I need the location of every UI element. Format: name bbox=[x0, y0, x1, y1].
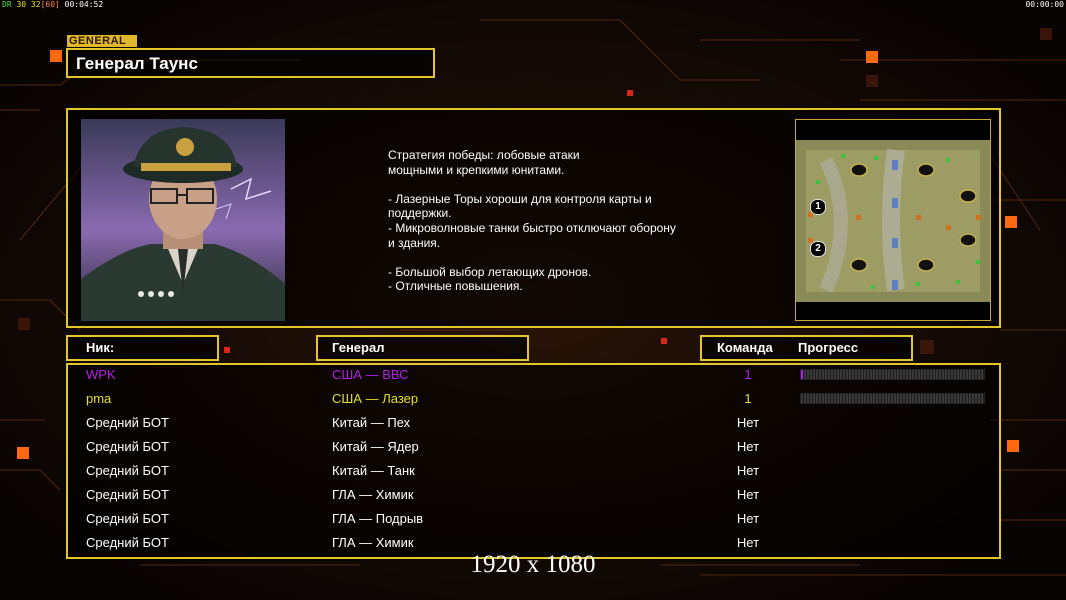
player-row[interactable]: Средний БОТ ГЛА — Подрыв Нет bbox=[68, 509, 999, 533]
player-progress-fill bbox=[801, 370, 803, 379]
minimap-image bbox=[796, 140, 990, 302]
player-team[interactable]: Нет bbox=[708, 533, 788, 553]
hud-fps-cap: [60] bbox=[40, 0, 60, 9]
player-row[interactable]: Средний БОТ Китай — Пех Нет bbox=[68, 413, 999, 437]
player-row[interactable]: pma США — Лазер 1 bbox=[68, 389, 999, 413]
player-progress-bar bbox=[800, 369, 985, 380]
general-description: Стратегия победы: лобовые атаки мощными … bbox=[388, 148, 676, 294]
header-general: Генерал bbox=[316, 335, 529, 361]
general-info-panel: Стратегия победы: лобовые атаки мощными … bbox=[66, 108, 1001, 328]
player-general[interactable]: ГЛА — Химик bbox=[332, 485, 414, 505]
player-progress-bar bbox=[800, 393, 985, 404]
player-nick: Средний БОТ bbox=[86, 535, 169, 550]
player-general[interactable]: ГЛА — Подрыв bbox=[332, 509, 423, 529]
player-general[interactable]: Китай — Пех bbox=[332, 413, 410, 433]
portrait-image bbox=[81, 119, 285, 321]
player-general[interactable]: ГЛА — Химик bbox=[332, 533, 414, 553]
hud-fps-counter: DR 30 32[60] 00:04:52 bbox=[2, 0, 103, 9]
hud-fps-label: DR bbox=[2, 0, 12, 9]
player-team[interactable]: Нет bbox=[708, 437, 788, 457]
minimap[interactable]: 1 2 bbox=[795, 119, 991, 321]
header-team-progress: Команда Прогресс bbox=[700, 335, 913, 361]
general-title-box: Генерал Таунс bbox=[66, 48, 435, 78]
start-position-1[interactable]: 1 bbox=[810, 199, 826, 215]
header-general-label: Генерал bbox=[332, 340, 385, 355]
player-nick: WPK bbox=[86, 367, 116, 382]
header-nick-label: Ник: bbox=[86, 340, 115, 355]
player-nick: Средний БОТ bbox=[86, 487, 169, 502]
player-team[interactable]: 1 bbox=[708, 389, 788, 409]
player-general[interactable]: США — Лазер bbox=[332, 389, 418, 409]
player-team[interactable]: Нет bbox=[708, 485, 788, 505]
player-team[interactable]: Нет bbox=[708, 413, 788, 433]
resolution-overlay: 1920 x 1080 bbox=[470, 551, 596, 578]
player-team[interactable]: Нет bbox=[708, 509, 788, 529]
player-row[interactable]: Средний БОТ Китай — Ядер Нет bbox=[68, 437, 999, 461]
player-nick: Средний БОТ bbox=[86, 415, 169, 430]
hud-time-left: 00:04:52 bbox=[64, 0, 104, 9]
player-nick: Средний БОТ bbox=[86, 511, 169, 526]
general-tag: GENERAL bbox=[67, 35, 137, 47]
hud-time-right: 00:00:00 bbox=[1025, 0, 1064, 9]
player-row[interactable]: Средний БОТ Китай — Танк Нет bbox=[68, 461, 999, 485]
general-portrait bbox=[81, 119, 285, 321]
player-nick: Средний БОТ bbox=[86, 463, 169, 478]
player-team[interactable]: Нет bbox=[708, 461, 788, 481]
start-position-2[interactable]: 2 bbox=[810, 241, 826, 257]
header-progress-label: Прогресс bbox=[798, 340, 859, 355]
player-general[interactable]: Китай — Ядер bbox=[332, 437, 419, 457]
player-general[interactable]: Китай — Танк bbox=[332, 461, 415, 481]
header-nick: Ник: bbox=[66, 335, 219, 361]
header-team-label: Команда bbox=[717, 340, 773, 355]
player-team[interactable]: 1 bbox=[708, 365, 788, 385]
player-general[interactable]: США — ВВС bbox=[332, 365, 409, 385]
hud-fps-value: 30 32 bbox=[16, 0, 41, 9]
players-list: WPK США — ВВС 1 pma США — Лазер 1 Средни… bbox=[66, 363, 1001, 559]
player-row[interactable]: Средний БОТ ГЛА — Химик Нет bbox=[68, 485, 999, 509]
player-nick: Средний БОТ bbox=[86, 439, 169, 454]
player-nick: pma bbox=[86, 391, 112, 406]
general-name: Генерал Таунс bbox=[76, 54, 198, 73]
player-row[interactable]: WPK США — ВВС 1 bbox=[68, 365, 999, 389]
